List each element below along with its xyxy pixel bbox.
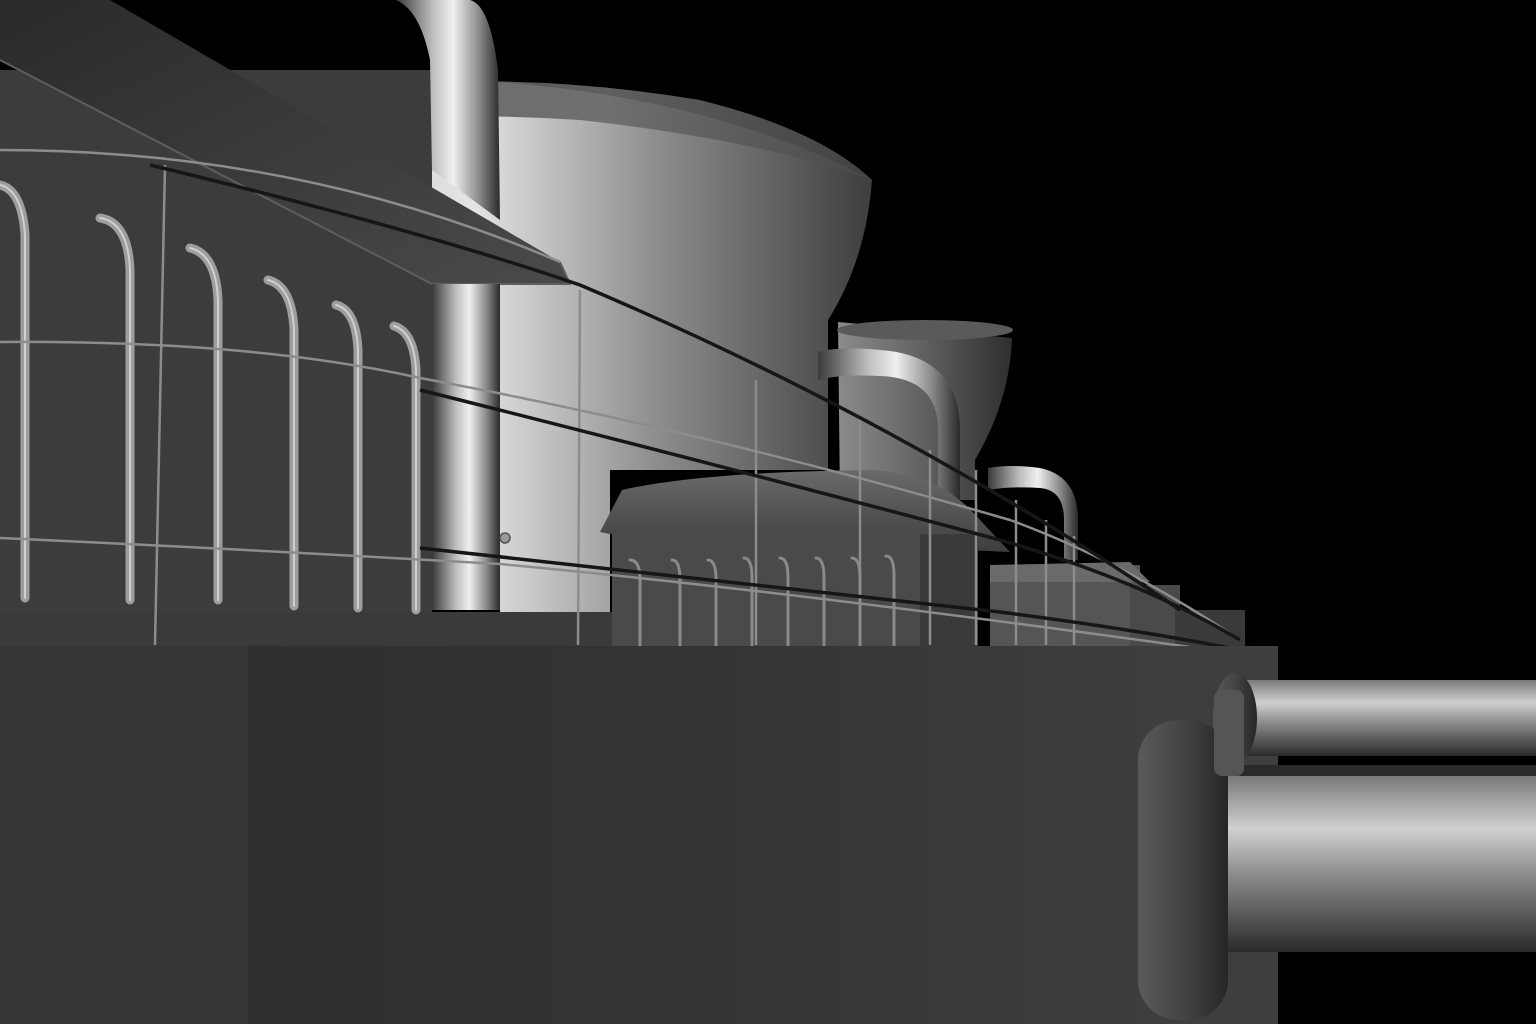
wall-fixture [499, 532, 511, 544]
render-scene [0, 0, 1536, 1024]
deckhouse [600, 470, 1010, 650]
hull-left-block [0, 646, 248, 1024]
hull-main-block [248, 646, 1278, 1024]
